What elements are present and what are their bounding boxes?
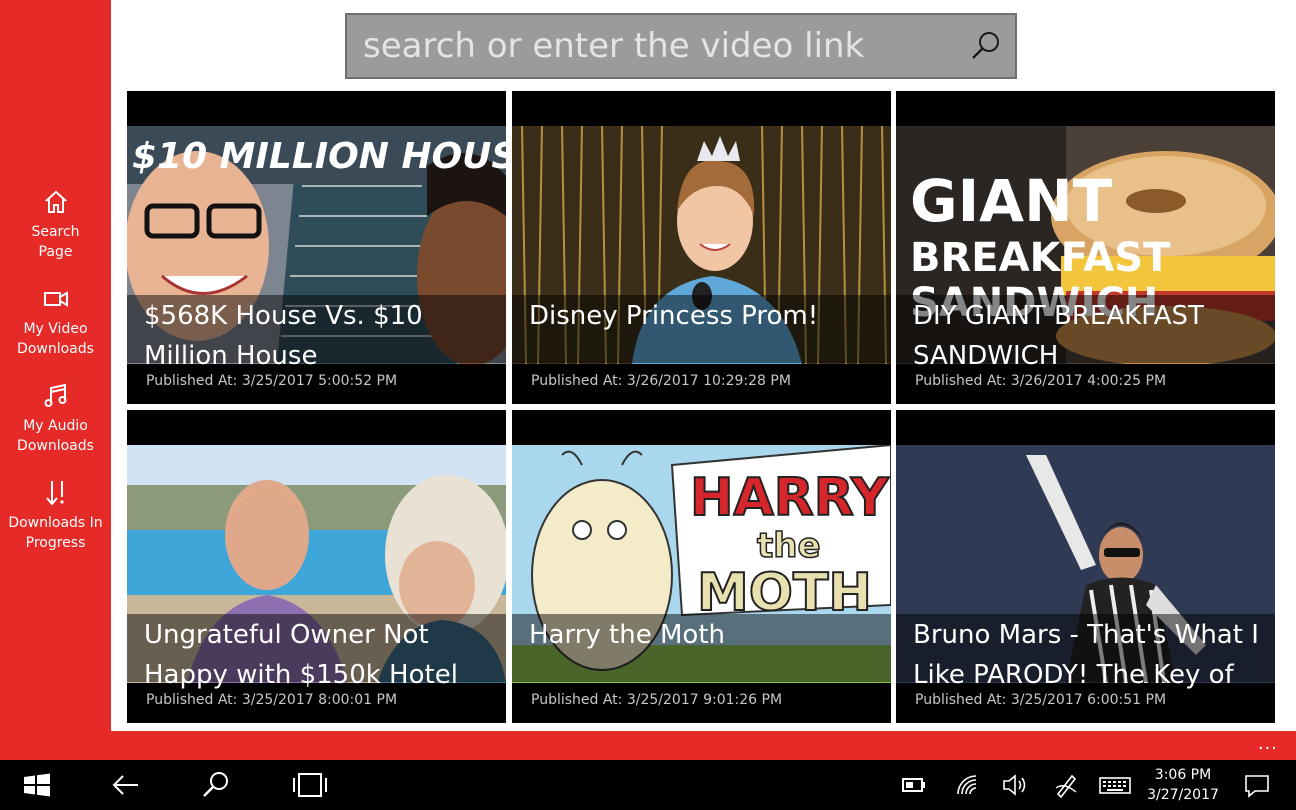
search-icon[interactable]: [969, 29, 1003, 63]
download-arrows-icon: [42, 479, 70, 507]
task-view-icon[interactable]: [290, 768, 330, 802]
video-title: Bruno Mars - That's What I Like PARODY! …: [913, 620, 1259, 690]
video-title: DIY GIANT BREAKFAST SANDWICH: [913, 301, 1204, 371]
app-bar: ...: [0, 731, 1296, 760]
thumbnail-caption: $10 MILLION HOUS: [132, 136, 506, 177]
sidebar-item-downloads-in-progress[interactable]: Downloads In Progress: [0, 479, 111, 553]
sidebar-item-search-page[interactable]: Search Page: [0, 188, 111, 262]
taskbar: 3:06 PM 3/27/2017: [0, 760, 1296, 810]
sidebar-item-label: My Video Downloads: [17, 321, 94, 357]
thumbnail-caption: HARRY: [690, 468, 890, 528]
published-date: Published At: 3/26/2017 10:29:28 PM: [531, 373, 791, 389]
pen-icon[interactable]: [1052, 768, 1080, 802]
sidebar-item-label: Search Page: [31, 224, 80, 260]
video-card[interactable]: Ungrateful Owner Not Happy with $150k Ho…: [127, 410, 506, 723]
sidebar-item-audio-downloads[interactable]: My Audio Downloads: [0, 382, 111, 456]
battery-icon[interactable]: [900, 768, 928, 802]
search-input[interactable]: [361, 23, 955, 69]
more-options-button[interactable]: ...: [1258, 733, 1278, 754]
search-box: [345, 13, 1017, 79]
back-arrow-icon[interactable]: [110, 768, 142, 802]
published-date: Published At: 3/25/2017 9:01:26 PM: [531, 692, 783, 708]
video-title: Ungrateful Owner Not Happy with $150k Ho…: [144, 620, 458, 690]
thumbnail-caption: BREAKFAST: [910, 235, 1171, 281]
sidebar-item-label: Downloads In Progress: [8, 515, 103, 551]
home-icon: [42, 188, 70, 216]
sidebar-item-label: My Audio Downloads: [17, 418, 94, 454]
sidebar-item-video-downloads[interactable]: My Video Downloads: [0, 285, 111, 359]
music-note-icon: [42, 382, 70, 410]
thumbnail-caption: GIANT: [910, 167, 1113, 235]
video-title: $568K House Vs. $10 Million House: [144, 301, 423, 371]
published-date: Published At: 3/26/2017 4:00:25 PM: [915, 373, 1167, 389]
video-title: Harry the Moth: [529, 620, 726, 650]
published-date: Published At: 3/25/2017 6:00:51 PM: [915, 692, 1167, 708]
video-camera-icon: [42, 285, 70, 313]
clock-date: 3/27/2017: [1147, 787, 1219, 803]
published-date: Published At: 3/25/2017 8:00:01 PM: [146, 692, 398, 708]
video-card[interactable]: GIANT BREAKFAST SANDWICH DIY GIANT BREAK…: [896, 91, 1275, 404]
volume-icon[interactable]: [1000, 768, 1028, 802]
search-icon[interactable]: [200, 768, 232, 802]
windows-start-icon[interactable]: [22, 768, 52, 802]
video-card[interactable]: Disney Princess Prom! Published At: 3/26…: [512, 91, 891, 404]
video-card[interactable]: $10 MILLION HOUS $568K House Vs. $10 Mil…: [127, 91, 506, 404]
clock-time: 3:06 PM: [1154, 767, 1212, 783]
published-date: Published At: 3/25/2017 5:00:52 PM: [146, 373, 398, 389]
video-title: Disney Princess Prom!: [529, 301, 819, 331]
sidebar: Search Page My Video Downloads My Audio …: [0, 0, 111, 731]
keyboard-icon[interactable]: [1098, 768, 1132, 802]
notification-icon[interactable]: [1243, 768, 1271, 802]
wifi-icon[interactable]: [952, 768, 980, 802]
video-card[interactable]: Bruno Mars - That's What I Like PARODY! …: [896, 410, 1275, 723]
thumbnail-caption: the: [757, 526, 821, 566]
system-clock[interactable]: 3:06 PM 3/27/2017: [1140, 765, 1226, 805]
video-card[interactable]: HARRY the MOTH Harry the Moth Published …: [512, 410, 891, 723]
